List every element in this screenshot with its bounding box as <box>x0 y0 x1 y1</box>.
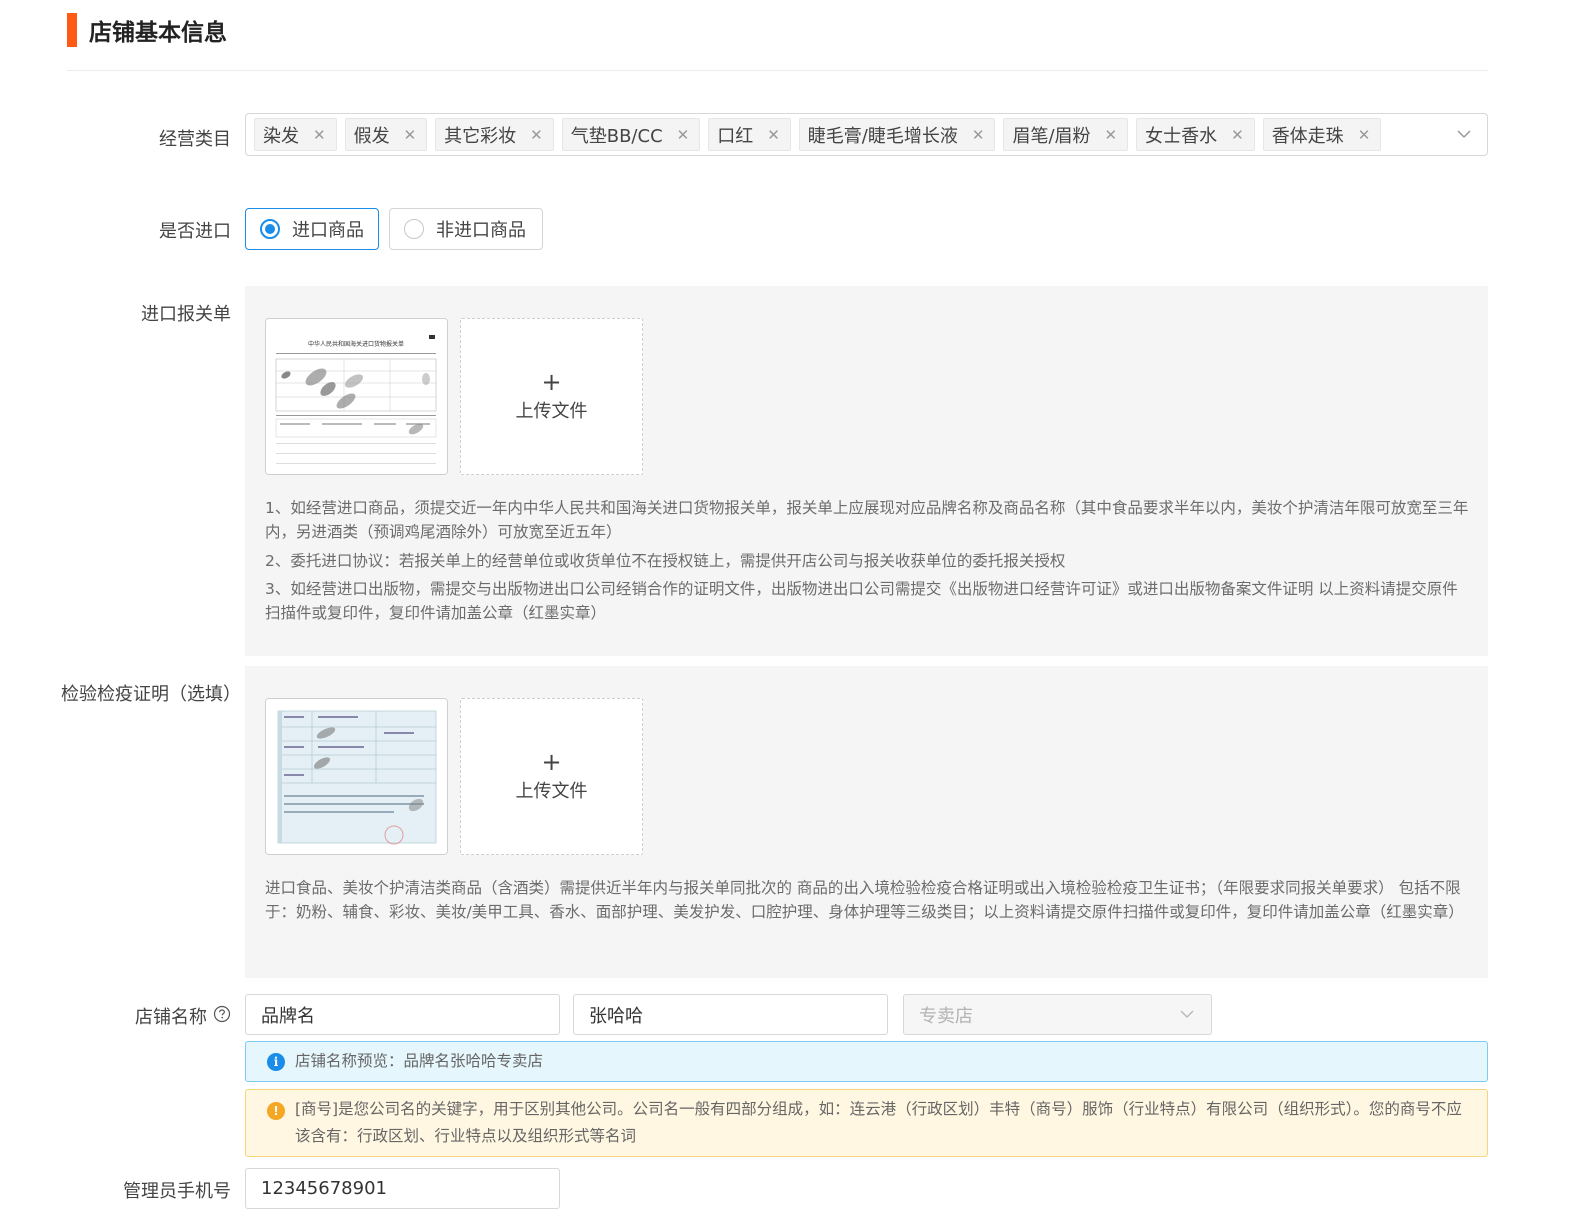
category-tag-label: 染发 <box>263 125 299 147</box>
tag-remove-icon[interactable]: ✕ <box>972 126 985 144</box>
category-tag: 睫毛膏/睫毛增长液 ✕ <box>798 118 996 151</box>
category-tag: 女士香水 ✕ <box>1136 118 1255 151</box>
plus-icon: + <box>541 747 562 776</box>
store-keyword-input[interactable]: 张哈哈 <box>573 994 888 1035</box>
import-label: 是否进口 <box>159 221 231 242</box>
customs-document-image: 中华人民共和国海关进口货物报关单 <box>266 319 447 474</box>
inspection-document-thumbnail[interactable] <box>265 698 448 855</box>
tag-remove-icon[interactable]: ✕ <box>313 126 326 144</box>
radio-unchecked-icon <box>404 219 424 239</box>
tag-remove-icon[interactable]: ✕ <box>1358 126 1371 144</box>
radio-non-import-goods[interactable]: 非进口商品 <box>389 208 543 250</box>
store-name-preview-text: 店铺名称预览：品牌名张哈哈专卖店 <box>295 1052 544 1070</box>
customs-upload-panel: 中华人民共和国海关进口货物报关单 + 上传文件 1、如经营进口商品，须提交近一年… <box>245 286 1488 656</box>
upload-label: 上传文件 <box>515 400 588 422</box>
category-tag-label: 香体走珠 <box>1271 125 1344 147</box>
store-type-select[interactable]: 专卖店 <box>903 994 1212 1035</box>
category-tag: 口红 ✕ <box>708 118 791 151</box>
inspection-label: 检验检疫证明（选填） <box>61 684 241 705</box>
radio-label: 非进口商品 <box>436 220 526 241</box>
tag-remove-icon[interactable]: ✕ <box>677 126 690 144</box>
business-category-select[interactable]: 染发 ✕ 假发 ✕ 其它彩妆 ✕ 气垫BB/CC ✕ 口红 ✕ 睫毛膏/睫毛增长液 ✕ 眉笔… <box>245 113 1488 156</box>
inspection-note: 进口食品、美妆个护清洁类商品（含酒类）需提供近半年内与报关单同批次的 商品的出入… <box>265 879 1464 921</box>
store-type-placeholder: 专卖店 <box>919 1005 973 1027</box>
radio-checked-icon <box>260 219 280 239</box>
category-tag-label: 睫毛膏/睫毛增长液 <box>807 125 958 147</box>
category-tag-label: 假发 <box>353 125 390 147</box>
category-tag-label: 眉笔/眉粉 <box>1012 125 1091 147</box>
header-divider <box>67 70 1488 71</box>
category-tag: 气垫BB/CC ✕ <box>561 118 701 151</box>
customs-document-thumbnail[interactable]: 中华人民共和国海关进口货物报关单 <box>265 318 448 475</box>
customs-note-1: 1、如经营进口商品，须提交近一年内中华人民共和国海关进口货物报关单，报关单上应展… <box>265 499 1469 541</box>
upload-label: 上传文件 <box>515 780 588 802</box>
admin-phone-input[interactable]: 12345678901 <box>245 1168 560 1209</box>
tag-remove-icon[interactable]: ✕ <box>530 126 543 144</box>
category-tag-label: 气垫BB/CC <box>570 125 663 147</box>
radio-label: 进口商品 <box>292 220 364 241</box>
category-tag: 其它彩妆 ✕ <box>435 118 554 151</box>
category-tag: 染发 ✕ <box>254 118 337 151</box>
question-circle-icon[interactable] <box>213 1005 231 1023</box>
thumb-caption: 中华人民共和国海关进口货物报关单 <box>308 340 404 348</box>
category-tag: 假发 ✕ <box>344 118 428 151</box>
tag-remove-icon[interactable]: ✕ <box>767 126 780 144</box>
category-tag: 香体走珠 ✕ <box>1262 118 1382 151</box>
category-tag-label: 女士香水 <box>1145 125 1218 147</box>
category-tag-label: 口红 <box>717 125 754 147</box>
section-header: 店铺基本信息 <box>67 12 227 48</box>
store-name-preview-alert: i 店铺名称预览：品牌名张哈哈专卖店 <box>245 1041 1488 1082</box>
admin-phone-label: 管理员手机号 <box>123 1181 231 1202</box>
category-tag: 眉笔/眉粉 ✕ <box>1003 118 1129 151</box>
customs-upload-button[interactable]: + 上传文件 <box>460 318 643 475</box>
store-name-label: 店铺名称 <box>135 1007 207 1028</box>
tag-remove-icon[interactable]: ✕ <box>1231 126 1244 144</box>
category-tag-list: 染发 ✕ 假发 ✕ 其它彩妆 ✕ 气垫BB/CC ✕ 口红 ✕ 睫毛膏/睫毛增长液 ✕ 眉笔… <box>254 118 1382 151</box>
warning-icon: ! <box>267 1102 285 1120</box>
section-accent-bar <box>67 13 77 47</box>
chevron-down-icon[interactable] <box>1455 125 1473 143</box>
radio-import-goods[interactable]: 进口商品 <box>245 208 379 250</box>
section-title: 店铺基本信息 <box>89 20 227 46</box>
tag-remove-icon[interactable]: ✕ <box>404 126 417 144</box>
trade-name-warning-alert: ! [商号]是您公司名的关键字，用于区别其他公司。公司名一般有四部分组成，如：连… <box>245 1089 1488 1157</box>
customs-note-2: 2、委托进口协议：若报关单上的经营单位或收货单位不在授权链上，需提供开店公司与报… <box>265 552 1066 570</box>
business-category-label: 经营类目 <box>159 129 231 150</box>
inspection-document-image <box>266 699 447 854</box>
chevron-down-icon <box>1180 1010 1194 1018</box>
trade-name-warning-text: [商号]是您公司名的关键字，用于区别其他公司。公司名一般有四部分组成，如：连云港… <box>295 1100 1462 1145</box>
info-icon: i <box>267 1053 285 1071</box>
category-tag-label: 其它彩妆 <box>444 125 517 147</box>
inspection-upload-panel: + 上传文件 进口食品、美妆个护清洁类商品（含酒类）需提供近半年内与报关单同批次… <box>245 666 1488 978</box>
tag-remove-icon[interactable]: ✕ <box>1105 126 1118 144</box>
customs-label: 进口报关单 <box>141 304 231 325</box>
inspection-upload-button[interactable]: + 上传文件 <box>460 698 643 855</box>
plus-icon: + <box>541 367 562 396</box>
brand-name-input[interactable]: 品牌名 <box>245 994 560 1035</box>
customs-note-3: 3、如经营进口出版物，需提交与出版物进出口公司经销合作的证明文件，出版物进出口公… <box>265 580 1458 622</box>
